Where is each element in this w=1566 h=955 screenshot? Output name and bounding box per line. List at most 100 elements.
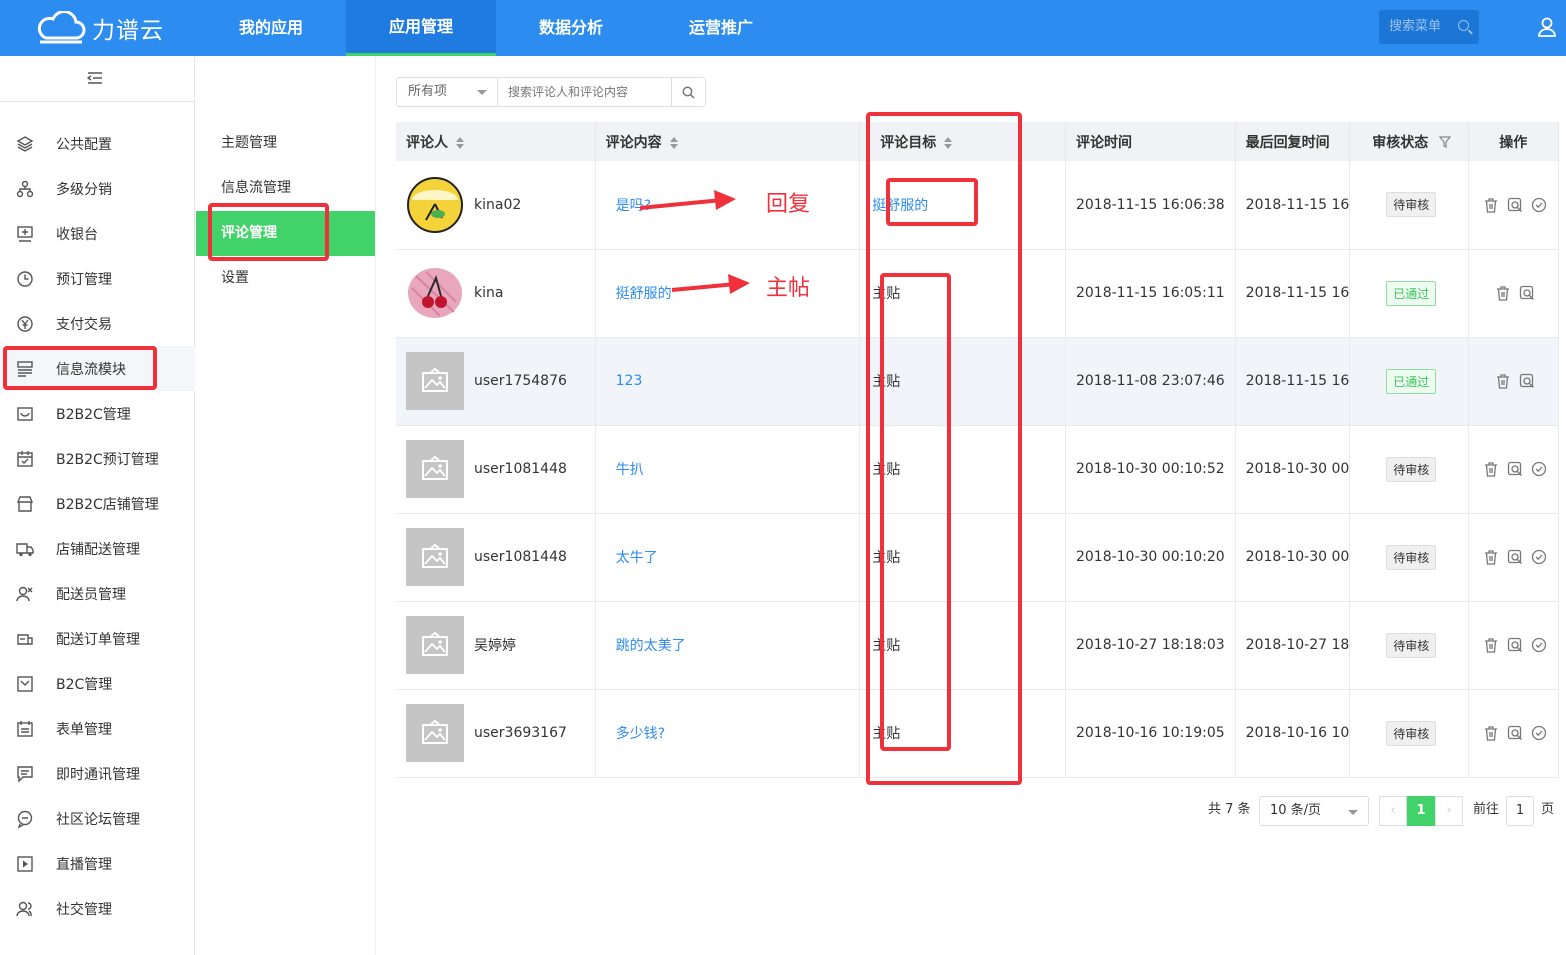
sidebar-item[interactable]: 多级分销	[0, 166, 195, 211]
cell-commenter: user1081448	[396, 513, 596, 602]
comment-content-link[interactable]: 跳的太美了	[616, 638, 686, 654]
view-icon[interactable]	[1519, 373, 1535, 389]
comment-content-link[interactable]: 牛扒	[616, 462, 644, 478]
store-icon	[17, 406, 33, 421]
sidebar-item[interactable]: 公共配置	[0, 121, 195, 166]
subnav-comment-management[interactable]: 评论管理	[196, 211, 375, 256]
cell-time: 2018-10-27 18:18:03	[1065, 601, 1236, 690]
goto-page-input[interactable]: 1	[1506, 796, 1534, 826]
comment-target: 主贴	[872, 286, 901, 302]
cell-actions	[1468, 513, 1559, 602]
filter-bar: 所有项	[396, 77, 706, 107]
prev-page-button[interactable]: ‹	[1379, 796, 1407, 826]
col-content[interactable]: 评论内容	[595, 122, 861, 161]
top-bar: 力谱云 我的应用 应用管理 数据分析 运营推广 搜索菜单	[0, 0, 1566, 56]
view-icon[interactable]	[1507, 725, 1523, 741]
comment-content-link[interactable]: 挺舒服的	[616, 286, 672, 302]
nav-data-analysis[interactable]: 数据分析	[496, 0, 646, 56]
sort-icon[interactable]	[456, 136, 464, 149]
search-button[interactable]	[671, 78, 705, 106]
comment-content-link[interactable]: 多少钱?	[616, 726, 665, 742]
avatar	[408, 268, 462, 318]
logo[interactable]: 力谱云	[34, 10, 164, 46]
page-size-select[interactable]: 10 条/页	[1259, 796, 1369, 826]
sidebar-item[interactable]: B2B2C预订管理	[0, 436, 195, 481]
collapse-toggle[interactable]	[0, 56, 195, 102]
delete-icon[interactable]	[1483, 637, 1499, 653]
col-status[interactable]: 审核状态	[1349, 122, 1470, 161]
col-target[interactable]: 评论目标	[859, 122, 1066, 161]
nav-app-management[interactable]: 应用管理	[346, 0, 496, 56]
cell-content: 挺舒服的	[595, 249, 861, 338]
scope-select[interactable]: 所有项	[397, 78, 498, 106]
comment-time: 2018-10-30 00:10:52	[1075, 461, 1225, 477]
calendar-check-icon	[17, 450, 33, 467]
sidebar-item-label: 多级分销	[56, 181, 112, 198]
view-icon[interactable]	[1519, 285, 1535, 301]
comment-content-link[interactable]: 太牛了	[616, 550, 658, 566]
status-badge: 待审核	[1386, 544, 1437, 570]
sidebar-item[interactable]: 信息流模块	[0, 346, 195, 391]
view-icon[interactable]	[1507, 461, 1523, 477]
sort-icon[interactable]	[669, 136, 678, 149]
cell-content: 太牛了	[595, 513, 861, 602]
sub-nav: 主题管理 信息流管理 评论管理 设置	[196, 56, 376, 955]
approve-icon[interactable]	[1531, 197, 1547, 213]
nav-operations[interactable]: 运营推广	[646, 0, 796, 56]
view-icon[interactable]	[1507, 549, 1523, 565]
search-menu-label: 搜索菜单	[1389, 19, 1442, 34]
sidebar-item[interactable]: 配送员管理	[0, 571, 195, 616]
sidebar-item[interactable]: 店铺配送管理	[0, 526, 195, 571]
col-commenter-label: 评论人	[406, 134, 448, 151]
search-menu-button[interactable]: 搜索菜单	[1379, 10, 1479, 44]
sidebar-item[interactable]: 表单管理	[0, 706, 195, 751]
comment-time: 2018-11-15 16:06:38	[1075, 196, 1225, 213]
search-input[interactable]	[498, 78, 671, 106]
delete-icon[interactable]	[1483, 725, 1499, 741]
sidebar-item[interactable]: 支付交易	[0, 301, 195, 346]
table-row: user1081448 太牛了 主贴 2018-10-30 00:10:20 2018-…	[396, 513, 1559, 602]
sidebar-item[interactable]: 社交管理	[0, 886, 195, 931]
cell-status: 已通过	[1349, 337, 1470, 426]
view-icon[interactable]	[1507, 637, 1523, 653]
subnav-settings[interactable]: 设置	[196, 256, 375, 301]
cell-reply-time: 2018-11-15 16	[1235, 161, 1351, 250]
comment-target[interactable]: 挺舒服的	[872, 198, 928, 214]
main-nav: 我的应用 应用管理 数据分析 运营推广	[196, 0, 796, 56]
filter-icon[interactable]	[1438, 135, 1452, 148]
approve-icon[interactable]	[1531, 549, 1547, 565]
chevron-down-icon	[477, 90, 487, 95]
page-number-current[interactable]: 1	[1407, 796, 1435, 826]
sidebar-item[interactable]: 直播管理	[0, 841, 195, 886]
comment-content-link[interactable]: 是吗?	[616, 198, 651, 214]
col-commenter[interactable]: 评论人	[396, 122, 596, 161]
sort-icon[interactable]	[944, 136, 953, 149]
cell-time: 2018-10-30 00:10:20	[1065, 513, 1236, 602]
yen-icon	[17, 315, 33, 332]
image-placeholder-icon	[422, 632, 448, 656]
table-row: kina02 是吗? 挺舒服的 2018-11-15 16:06:38 2018-11-…	[396, 161, 1559, 250]
next-page-button[interactable]: ›	[1435, 796, 1463, 826]
delete-icon[interactable]	[1483, 461, 1499, 477]
sidebar-item[interactable]: 即时通讯管理	[0, 751, 195, 796]
sidebar-item[interactable]: 收银台	[0, 211, 195, 256]
comment-content-link[interactable]: 123	[616, 373, 643, 389]
subnav-topic-management[interactable]: 主题管理	[196, 121, 375, 166]
view-icon[interactable]	[1507, 197, 1523, 213]
subnav-feed-management[interactable]: 信息流管理	[196, 166, 375, 211]
delete-icon[interactable]	[1483, 549, 1499, 565]
sidebar-item[interactable]: B2C管理	[0, 661, 195, 706]
delete-icon[interactable]	[1483, 197, 1499, 213]
user-icon[interactable]	[1536, 16, 1558, 38]
nav-my-apps[interactable]: 我的应用	[196, 0, 346, 56]
sidebar-item[interactable]: B2B2C管理	[0, 391, 195, 436]
approve-icon[interactable]	[1531, 461, 1547, 477]
sidebar-item[interactable]: 预订管理	[0, 256, 195, 301]
delete-icon[interactable]	[1495, 285, 1511, 301]
approve-icon[interactable]	[1531, 637, 1547, 653]
delete-icon[interactable]	[1495, 373, 1511, 389]
sidebar-item[interactable]: 配送订单管理	[0, 616, 195, 661]
approve-icon[interactable]	[1531, 725, 1547, 741]
sidebar-item[interactable]: B2B2C店铺管理	[0, 481, 195, 526]
sidebar-item[interactable]: 社区论坛管理	[0, 796, 195, 841]
